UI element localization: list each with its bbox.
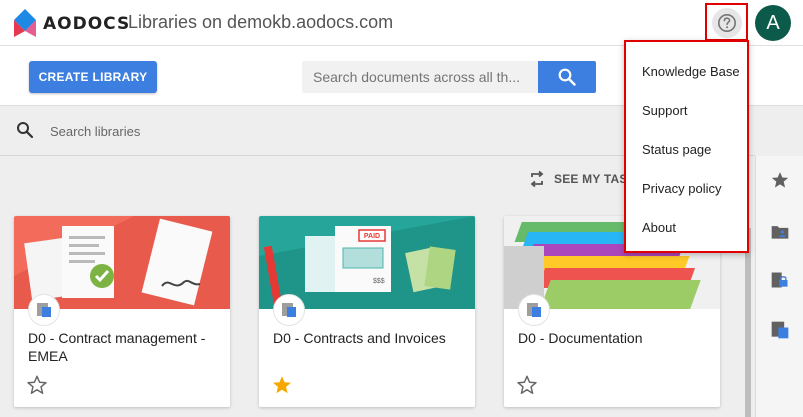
document-search-input[interactable] <box>302 61 538 93</box>
library-card[interactable]: PAID $$$ D0 - Contracts and Invoices <box>259 216 475 407</box>
menu-item-privacy-policy[interactable]: Privacy policy <box>642 181 721 196</box>
library-card[interactable]: D0 - Contract management - EMEA <box>14 216 230 407</box>
help-button-highlight <box>705 3 748 41</box>
help-button[interactable] <box>712 8 742 38</box>
library-icon[interactable] <box>770 320 790 340</box>
menu-item-support[interactable]: Support <box>642 103 688 118</box>
paid-stamp: PAID <box>364 233 380 240</box>
create-library-button[interactable]: CREATE LIBRARY <box>29 61 157 93</box>
aodocs-logo-icon <box>14 9 36 37</box>
library-type-icon <box>273 294 305 326</box>
star-icon[interactable] <box>770 170 790 190</box>
avatar[interactable]: A <box>755 5 791 41</box>
library-title: D0 - Contract management - EMEA <box>28 330 206 364</box>
see-my-tasks-label: SEE MY TASKS <box>554 172 624 186</box>
menu-item-about[interactable]: About <box>642 220 676 235</box>
help-menu: Knowledge Base Support Status page Priva… <box>624 40 749 253</box>
brand-name: AODOCS <box>43 14 131 34</box>
document-search-button[interactable] <box>538 61 596 93</box>
invoice-amount: $$$ <box>373 278 385 285</box>
shared-folder-icon[interactable] <box>770 222 790 242</box>
star-filled-icon[interactable] <box>271 374 293 396</box>
help-icon <box>718 14 736 32</box>
page-title: Libraries on demokb.aodocs.com <box>128 12 394 32</box>
sync-icon <box>530 170 544 188</box>
menu-item-knowledge-base[interactable]: Knowledge Base <box>642 64 740 79</box>
locked-folder-icon[interactable] <box>770 270 790 290</box>
library-type-icon <box>518 294 550 326</box>
side-rail <box>755 156 803 417</box>
library-title: D0 - Contracts and Invoices <box>273 330 446 346</box>
scrollbar[interactable] <box>745 228 751 417</box>
library-title: D0 - Documentation <box>518 330 643 346</box>
search-icon <box>558 68 576 86</box>
star-outline-icon[interactable] <box>26 374 48 396</box>
see-my-tasks-button[interactable]: SEE MY TASKS <box>528 170 624 188</box>
library-type-icon <box>28 294 60 326</box>
menu-item-status-page[interactable]: Status page <box>642 142 711 157</box>
library-search-input[interactable] <box>50 120 350 142</box>
search-icon <box>17 122 34 139</box>
star-outline-icon[interactable] <box>516 374 538 396</box>
